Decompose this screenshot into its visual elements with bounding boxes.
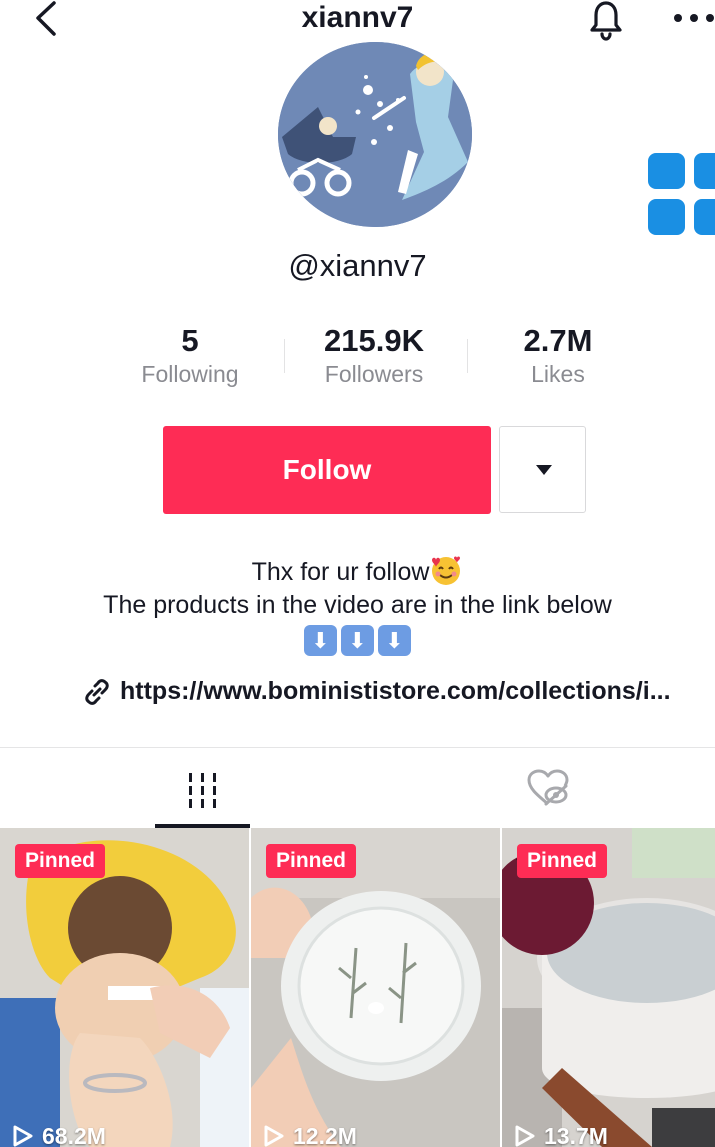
bio-text-1: Thx for ur follow	[251, 558, 430, 586]
follow-button[interactable]: Follow	[163, 426, 491, 514]
video-thumbnail[interactable]: Pinned 68.2M	[0, 828, 249, 1147]
following-count: 5	[181, 323, 199, 358]
bio-link[interactable]: https://www.bominististore.com/collectio…	[82, 672, 702, 710]
pinned-badge: Pinned	[266, 844, 357, 878]
likes-label: Likes	[531, 361, 585, 387]
tab-videos[interactable]	[0, 748, 406, 828]
video-thumbnail[interactable]: Pinned 12.2M	[251, 828, 500, 1147]
avatar-illustration	[278, 42, 472, 227]
stat-likes[interactable]: 2.7M Likes	[468, 322, 648, 389]
caret-down-icon	[535, 465, 552, 475]
tab-liked-videos[interactable]	[406, 748, 715, 828]
smiling-face-with-hearts-icon	[432, 556, 461, 585]
play-icon	[515, 1125, 535, 1147]
bio-arrows: ⬇ ⬇ ⬇	[0, 622, 715, 658]
bio-line-2: The products in the video are in the lin…	[103, 591, 612, 619]
suggested-accounts-dropdown-button[interactable]	[499, 426, 586, 513]
down-arrow-icon: ⬇	[341, 624, 374, 656]
bio-link-text: https://www.bominististore.com/collectio…	[120, 677, 671, 705]
more-dots-icon	[674, 14, 714, 22]
stat-following[interactable]: 5 Following	[100, 322, 280, 389]
pinned-badge: Pinned	[517, 844, 608, 878]
play-icon	[264, 1125, 284, 1147]
likes-count: 2.7M	[523, 323, 593, 358]
pinned-badge: Pinned	[15, 844, 106, 878]
stat-followers[interactable]: 215.9K Followers	[284, 322, 464, 389]
more-options-button[interactable]	[666, 6, 715, 30]
view-count-text: 12.2M	[293, 1123, 357, 1147]
view-count: 68.2M	[12, 1121, 106, 1147]
grid-tiles-icon[interactable]	[648, 153, 715, 235]
view-count-text: 13.7M	[544, 1123, 608, 1147]
avatar[interactable]	[278, 42, 472, 227]
followers-count: 215.9K	[324, 323, 424, 358]
play-icon	[13, 1125, 33, 1147]
link-icon	[85, 679, 109, 705]
down-arrow-icon: ⬇	[378, 624, 411, 656]
following-label: Following	[141, 361, 239, 387]
view-count: 12.2M	[263, 1121, 357, 1147]
bio-line-1: Thx for ur follow	[0, 554, 715, 589]
video-thumbnail[interactable]: Pinned 13.7M	[502, 828, 715, 1147]
followers-label: Followers	[324, 361, 424, 387]
view-count: 13.7M	[514, 1121, 608, 1147]
notification-bell-button[interactable]	[583, 0, 629, 42]
view-count-text: 68.2M	[42, 1123, 106, 1147]
liked-hidden-icon	[527, 769, 569, 806]
bell-icon	[590, 1, 622, 41]
video-grid-icon	[189, 773, 216, 808]
down-arrow-icon: ⬇	[304, 624, 337, 656]
username-handle: @xiannv7	[288, 248, 427, 283]
